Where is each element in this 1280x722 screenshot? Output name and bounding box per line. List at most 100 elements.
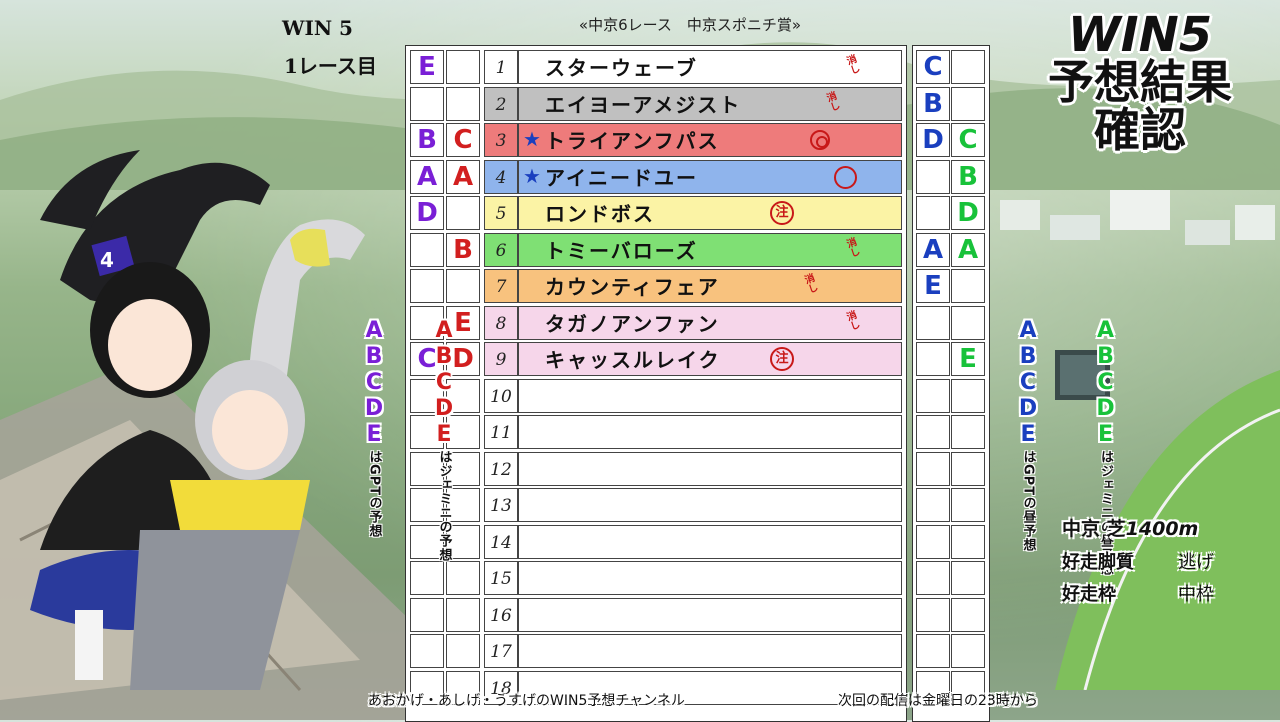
win5-label: WIN 5: [282, 16, 353, 40]
attention-mark: 注: [770, 201, 794, 225]
legend-letter: A: [1096, 318, 1115, 343]
horse-number: 4: [484, 159, 518, 194]
noon-gpt-cell: [916, 451, 950, 486]
noon-gemini-cell: E: [951, 342, 985, 376]
gemini-mark-cell: [446, 86, 480, 121]
gemini-mark-cell: [446, 634, 480, 668]
horse-name-row: ロンドボス: [518, 196, 902, 230]
horse-name-row: タガノアンファン: [518, 305, 902, 340]
race-day-label: 1レース目: [284, 54, 377, 78]
noon-gemini-cell: A: [951, 232, 985, 267]
noon-gpt-cell: B: [916, 86, 950, 121]
noon-gemini-cell: [951, 488, 985, 522]
horse-name-row: キャッスルレイク: [518, 342, 902, 376]
noon-prediction-board: CBDCBDAAEE: [912, 45, 990, 722]
course-surface: 芝: [1106, 518, 1126, 540]
horse-number: 16: [484, 597, 518, 632]
noon-gpt-cell: [916, 634, 950, 668]
title-line-prediction: 予想結果: [1048, 55, 1232, 109]
noon-gemini-cell: [951, 524, 985, 559]
legend-letter: D: [434, 396, 454, 421]
gpt-mark-cell: D: [410, 196, 444, 230]
course-info: 中京 芝1400m: [1062, 514, 1198, 541]
horse-number: 17: [484, 634, 518, 668]
title-line-win5: WIN5: [1067, 7, 1213, 63]
gemini-mark-cell: [446, 597, 480, 632]
legend-gemini: A B C D E はジェミニの予想: [368, 318, 520, 562]
horse-number: 1: [484, 50, 518, 84]
horse-name-row: [518, 415, 902, 449]
horse-name-row: トミーバローズ: [518, 232, 902, 267]
next-stream-notice: 次回の配信は金曜日の23時から: [838, 693, 1038, 709]
noon-gpt-cell: [916, 415, 950, 449]
gemini-mark-cell: [446, 196, 480, 230]
noon-gemini-cell: D: [951, 196, 985, 230]
noon-gpt-cell: [916, 561, 950, 595]
running-style-label: 好走脚質: [1062, 552, 1134, 573]
noon-gpt-cell: [916, 524, 950, 559]
noon-gemini-cell: [951, 86, 985, 121]
gpt-mark-cell: [410, 269, 444, 303]
gate-value: 中枠: [1178, 584, 1214, 605]
star-icon: ★: [523, 127, 541, 151]
gemini-mark-cell: C: [446, 123, 480, 157]
mascot-characters-illustration: 4: [30, 150, 365, 690]
running-style-value: 逃げ: [1178, 552, 1214, 573]
noon-gpt-cell: [916, 597, 950, 632]
noon-gpt-cell: D: [916, 123, 950, 157]
horse-number: 15: [484, 561, 518, 595]
legend-letter: C: [1097, 370, 1114, 395]
legend-note: はジェミニの予想: [436, 450, 452, 562]
course-distance: 1400m: [1125, 518, 1199, 540]
horse-name-row: エイヨーアメジスト: [518, 86, 902, 121]
race-title: «中京6レース 中京スポニチ賞»: [578, 16, 802, 34]
gpt-mark-cell: [410, 86, 444, 121]
horse-number: 3: [484, 123, 518, 157]
legend-letter: A: [435, 318, 453, 343]
noon-gpt-cell: E: [916, 269, 950, 303]
noon-gemini-cell: [951, 634, 985, 668]
horse-name-row: [518, 524, 902, 559]
gemini-mark-cell: B: [446, 232, 480, 267]
legend-letter: B: [435, 344, 453, 369]
gemini-mark-cell: [446, 50, 480, 84]
attention-mark: 注: [770, 347, 794, 371]
gpt-mark-cell: [410, 634, 444, 668]
noon-gpt-cell: [916, 159, 950, 194]
single-circle-mark: [834, 165, 857, 189]
horse-name-row: [518, 451, 902, 486]
legend-letter: C: [435, 370, 453, 395]
gpt-mark-cell: [410, 232, 444, 267]
noon-gpt-cell: [916, 378, 950, 413]
horse-name-row: [518, 378, 902, 413]
gpt-mark-cell: E: [410, 50, 444, 84]
gemini-mark-cell: A: [446, 159, 480, 194]
horse-number: 6: [484, 232, 518, 267]
legend-letter: E: [436, 422, 452, 447]
inner-circle: [816, 136, 828, 148]
noon-gpt-cell: [916, 488, 950, 522]
horse-number: 2: [484, 86, 518, 121]
noon-gemini-cell: [951, 561, 985, 595]
noon-gemini-cell: [951, 305, 985, 340]
noon-gemini-cell: [951, 50, 985, 84]
double-circle-mark: [810, 130, 830, 150]
gpt-mark-cell: B: [410, 123, 444, 157]
noon-gemini-cell: [951, 378, 985, 413]
title-line-check: 確認: [1094, 103, 1186, 157]
horse-number: 7: [484, 269, 518, 303]
gemini-mark-cell: [446, 269, 480, 303]
course-venue: 中京: [1062, 518, 1101, 540]
horse-name-row: カウンティフェア: [518, 269, 902, 303]
noon-gemini-cell: [951, 597, 985, 632]
star-icon: ★: [523, 163, 541, 188]
noon-gpt-cell: [916, 342, 950, 376]
noon-gpt-cell: [916, 305, 950, 340]
gpt-mark-cell: [410, 561, 444, 595]
svg-text:4: 4: [100, 248, 114, 272]
noon-gemini-cell: B: [951, 159, 985, 194]
horse-name-row: [518, 561, 902, 595]
noon-gemini-cell: C: [951, 123, 985, 157]
gpt-mark-cell: A: [410, 159, 444, 194]
horse-name-row: スターウェーブ: [518, 50, 902, 84]
